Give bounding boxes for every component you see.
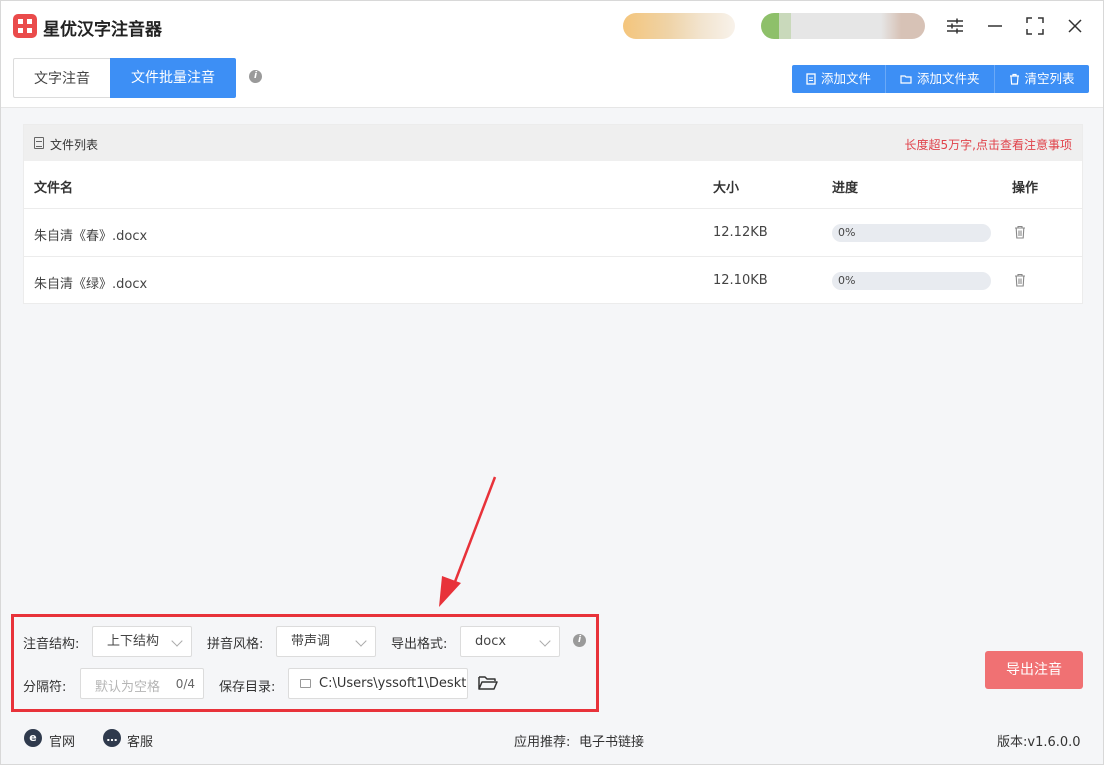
file-list-title: 文件列表 — [50, 138, 99, 152]
app-logo-icon — [13, 14, 37, 38]
separator-input[interactable]: 默认为空格 0/4 — [80, 668, 204, 699]
export-format-value: docx — [475, 634, 507, 649]
file-actions-group: 添加文件 添加文件夹 清空列表 — [792, 65, 1089, 93]
pinyin-style-value: 带声调 — [291, 634, 331, 649]
structure-select[interactable]: 上下结构 — [92, 626, 192, 657]
delete-trash-icon[interactable] — [1014, 225, 1026, 239]
website-link[interactable]: 官网 — [49, 731, 75, 750]
settings-sliders-icon[interactable] — [944, 15, 966, 37]
user-account-blurred[interactable] — [761, 13, 925, 39]
close-icon[interactable] — [1064, 15, 1086, 37]
info-icon[interactable]: i — [249, 70, 262, 83]
export-format-label: 导出格式: — [391, 637, 448, 652]
add-folder-label: 添加文件夹 — [917, 71, 980, 86]
progress-bar: 0% — [832, 272, 991, 290]
column-action: 操作 — [1012, 181, 1039, 196]
separator-count: 0/4 — [175, 677, 195, 691]
support-link[interactable]: 客服 — [127, 731, 153, 750]
file-size: 12.10KB — [713, 273, 768, 288]
version-text: 版本:v1.6.0.0 — [997, 735, 1081, 750]
file-list-panel: 文件列表 长度超5万字,点击查看注意事项 文件名 大小 进度 操作 朱自清《春》… — [23, 124, 1083, 304]
clear-list-button[interactable]: 清空列表 — [994, 65, 1089, 93]
separator-placeholder: 默认为空格 — [95, 680, 161, 695]
file-icon — [806, 73, 816, 85]
chevron-down-icon — [539, 635, 551, 647]
add-folder-button[interactable]: 添加文件夹 — [886, 65, 995, 93]
clear-list-label: 清空列表 — [1024, 71, 1075, 86]
folder-small-icon — [300, 679, 311, 688]
progress-text: 0% — [838, 226, 856, 239]
tab-text-annotation[interactable]: 文字注音 — [13, 58, 110, 98]
progress-text: 0% — [838, 274, 856, 287]
add-file-button[interactable]: 添加文件 — [792, 65, 887, 93]
delete-trash-icon[interactable] — [1014, 273, 1026, 287]
save-dir-value: C:\Users\yssoft1\Deskt — [319, 676, 467, 691]
add-file-label: 添加文件 — [821, 71, 872, 86]
file-list-header: 文件列表 长度超5万字,点击查看注意事项 — [24, 125, 1082, 161]
separator-label: 分隔符: — [23, 680, 67, 695]
footer-bar: e 官网 … 客服 应用推荐: 电子书链接 版本:v1.6.0.0 — [1, 714, 1103, 764]
save-dir-input[interactable]: C:\Users\yssoft1\Deskt — [288, 668, 468, 699]
column-size: 大小 — [713, 181, 740, 196]
tabs-toolbar: 文字注音 文件批量注音 i 添加文件 添加文件夹 清空列表 — [1, 51, 1103, 108]
user-badge-blurred[interactable] — [623, 13, 735, 39]
trash-icon — [1009, 73, 1019, 85]
app-window: 星优汉字注音器 文字注音 文件批量注音 i 添加文件 添加文件夹 清空列表 文件… — [0, 0, 1104, 765]
pinyin-style-select[interactable]: 带声调 — [276, 626, 376, 657]
app-title: 星优汉字注音器 — [43, 20, 162, 40]
chevron-down-icon — [171, 635, 183, 647]
tab-batch-file-annotation[interactable]: 文件批量注音 — [110, 58, 236, 98]
length-notice-link[interactable]: 长度超5万字,点击查看注意事项 — [905, 136, 1072, 153]
export-annotation-button[interactable]: 导出注音 — [985, 651, 1083, 689]
website-icon[interactable]: e — [24, 729, 42, 747]
title-bar: 星优汉字注音器 — [1, 1, 1103, 51]
progress-bar: 0% — [832, 224, 991, 242]
open-folder-icon[interactable] — [477, 674, 499, 692]
file-name: 朱自清《绿》.docx — [34, 277, 148, 292]
table-row[interactable]: 朱自清《春》.docx 12.12KB 0% — [24, 209, 1082, 257]
column-filename: 文件名 — [34, 181, 74, 196]
chat-icon[interactable]: … — [103, 729, 121, 747]
structure-value: 上下结构 — [107, 634, 160, 649]
pinyin-style-label: 拼音风格: — [207, 637, 264, 652]
info-icon[interactable]: i — [573, 634, 586, 647]
document-icon — [34, 137, 44, 149]
file-name: 朱自清《春》.docx — [34, 229, 148, 244]
column-progress: 进度 — [832, 181, 859, 196]
save-dir-label: 保存目录: — [219, 680, 276, 695]
minimize-icon[interactable] — [984, 15, 1006, 37]
chevron-down-icon — [355, 635, 367, 647]
table-row[interactable]: 朱自清《绿》.docx 12.10KB 0% — [24, 257, 1082, 305]
file-size: 12.12KB — [713, 225, 768, 240]
structure-label: 注音结构: — [23, 637, 80, 652]
export-format-select[interactable]: docx — [460, 626, 560, 657]
table-header: 文件名 大小 进度 操作 — [24, 161, 1082, 209]
recommend-label: 应用推荐: — [514, 735, 571, 750]
folder-icon — [900, 75, 912, 84]
ebook-link[interactable]: 电子书链接 — [579, 731, 644, 750]
maximize-icon[interactable] — [1024, 15, 1046, 37]
